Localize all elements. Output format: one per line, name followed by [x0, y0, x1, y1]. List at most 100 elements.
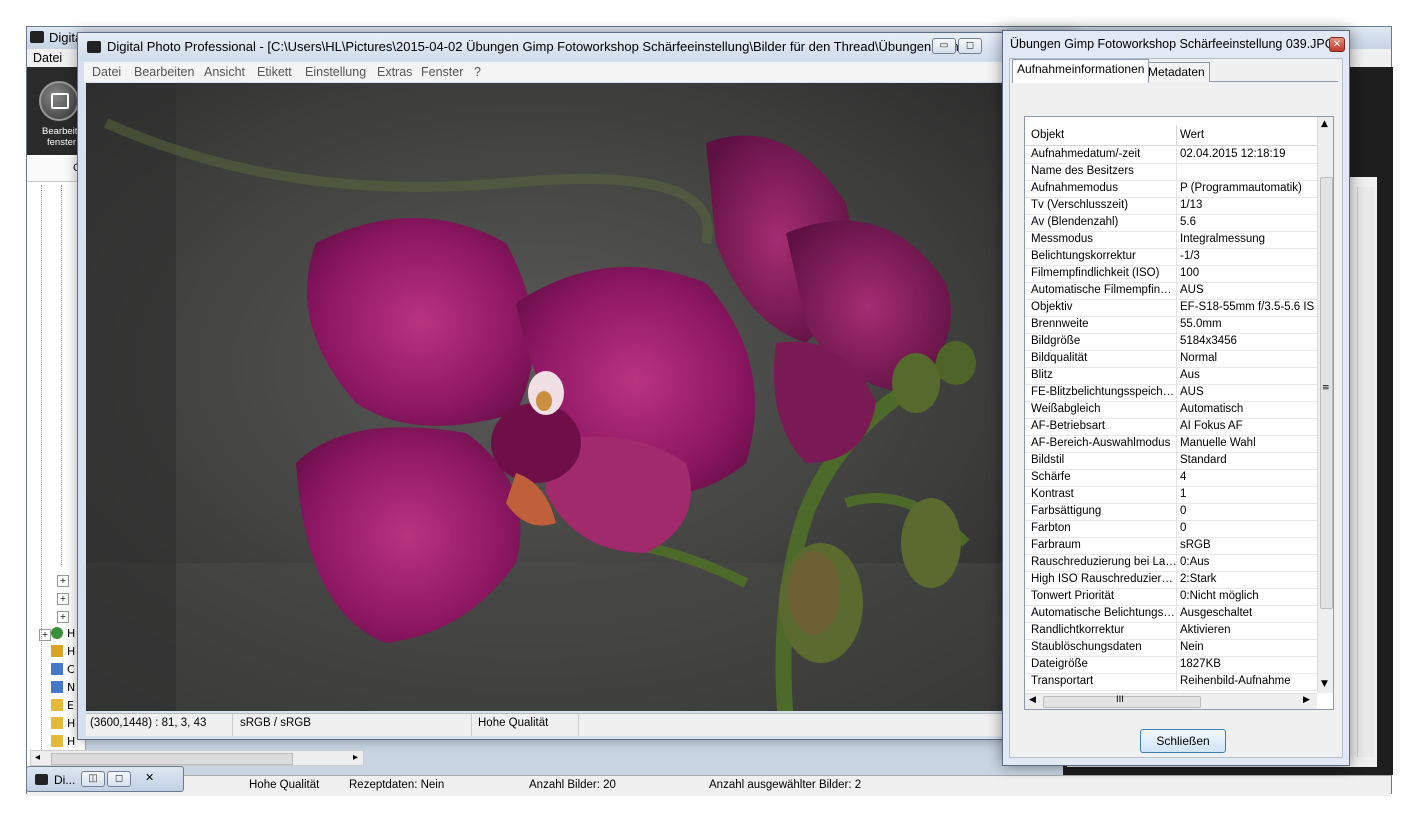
row-key: FE-Blitzbelichtungsspeicher...: [1031, 386, 1177, 398]
menu-datei-back[interactable]: Datei: [33, 51, 62, 65]
tree-expander[interactable]: +: [57, 611, 69, 623]
minimize-button[interactable]: ▭: [932, 38, 956, 54]
scroll-left-arrow[interactable]: ◀: [1029, 695, 1036, 705]
tree-horizontal-scrollbar[interactable]: ◂ ▸: [30, 750, 364, 766]
menu-help[interactable]: ?: [474, 65, 481, 79]
table-horizontal-scrollbar[interactable]: ◀ III ▶: [1025, 693, 1317, 709]
restore-button[interactable]: ◻: [958, 38, 982, 54]
table-row[interactable]: Dateigröße 1827KB: [1025, 657, 1317, 674]
table-row[interactable]: High ISO Rauschreduzierung 2:Stark: [1025, 572, 1317, 589]
row-key: Dateigröße: [1031, 658, 1088, 670]
table-row[interactable]: Kontrast 1: [1025, 487, 1317, 504]
row-value: Reihenbild-Aufnahme: [1180, 675, 1291, 687]
table-row[interactable]: Automatische Belichtungso... Ausgeschalte…: [1025, 606, 1317, 623]
table-row[interactable]: Farbraum sRGB: [1025, 538, 1317, 555]
dialog-close-icon[interactable]: ✕: [1329, 37, 1345, 52]
table-row[interactable]: Name des Besitzers: [1025, 164, 1317, 181]
row-value: AUS: [1180, 386, 1204, 398]
row-value: P (Programmautomatik): [1180, 182, 1302, 194]
table-row[interactable]: Tonwert Priorität 0:Nicht möglich: [1025, 589, 1317, 606]
column-header-value[interactable]: Wert: [1180, 129, 1204, 141]
tab-shooting-info[interactable]: Aufnahmeinformationen: [1012, 59, 1150, 83]
table-row[interactable]: Bildstil Standard: [1025, 453, 1317, 470]
mini-maximize-button[interactable]: ◻: [107, 771, 131, 787]
scroll-down-arrow[interactable]: ▼: [1321, 679, 1328, 689]
mini-close-button[interactable]: ✕: [145, 771, 154, 784]
dialog-titlebar[interactable]: Übungen Gimp Fotoworkshop Schärfeeinstel…: [1003, 31, 1349, 58]
camera-icon: [30, 31, 44, 43]
column-header-object[interactable]: Objekt: [1031, 129, 1064, 141]
table-row[interactable]: Filmempfindlichkeit (ISO) 100: [1025, 266, 1317, 283]
column-divider[interactable]: [1176, 125, 1177, 145]
column-divider: [1176, 181, 1177, 198]
table-row[interactable]: Bildqualität Normal: [1025, 351, 1317, 368]
table-row[interactable]: Bildgröße 5184x3456: [1025, 334, 1317, 351]
row-value: Ausgeschaltet: [1180, 607, 1253, 619]
status-main-quality: Hohe Qualität: [478, 717, 549, 729]
tree-expander[interactable]: +: [57, 593, 69, 605]
status-pixel-info: (3600,1448) : 81, 3, 43: [90, 717, 207, 729]
table-row[interactable]: Blitz Aus: [1025, 368, 1317, 385]
edit-icon: [51, 93, 69, 109]
mini-restore-button[interactable]: ◫: [81, 771, 105, 787]
photo-preview[interactable]: [86, 83, 1070, 711]
row-key: Belichtungskorrektur: [1031, 250, 1136, 262]
menu-etikett[interactable]: Etikett: [257, 65, 292, 79]
table-row[interactable]: Belichtungskorrektur -1/3: [1025, 249, 1317, 266]
dialog-body: Aufnahmeinformationen Metadaten Objekt W…: [1009, 58, 1343, 758]
table-vertical-scrollbar[interactable]: ▲ ≡ ▼: [1317, 117, 1333, 693]
table-row[interactable]: Aufnahmedatum/-zeit 02.04.2015 12:18:19: [1025, 147, 1317, 164]
table-row[interactable]: Farbsättigung 0: [1025, 504, 1317, 521]
menu-datei[interactable]: Datei: [92, 65, 121, 79]
table-row[interactable]: Weißabgleich Automatisch: [1025, 402, 1317, 419]
column-divider: [1176, 232, 1177, 249]
column-divider: [1176, 640, 1177, 657]
table-row[interactable]: Randlichtkorrektur Aktivieren: [1025, 623, 1317, 640]
table-row[interactable]: Tv (Verschlusszeit) 1/13: [1025, 198, 1317, 215]
minimized-window[interactable]: Di... ◫ ◻ ✕: [26, 766, 184, 792]
row-value: 1: [1180, 488, 1187, 500]
column-divider: [1176, 555, 1177, 572]
tab-metadata[interactable]: Metadaten: [1143, 62, 1210, 82]
scroll-left-arrow[interactable]: ◂: [35, 752, 40, 763]
table-row[interactable]: Transportart Reihenbild-Aufnahme: [1025, 674, 1317, 691]
row-value: Automatisch: [1180, 403, 1244, 415]
table-row[interactable]: FE-Blitzbelichtungsspeicher... AUS: [1025, 385, 1317, 402]
table-row[interactable]: Schärfe 4: [1025, 470, 1317, 487]
scroll-thumb[interactable]: [51, 753, 293, 765]
network-drive-icon: [51, 681, 63, 693]
scroll-up-arrow[interactable]: ▲: [1321, 119, 1328, 129]
scroll-right-arrow[interactable]: ▶: [1303, 695, 1310, 705]
table-row[interactable]: Rauschreduzierung bei Lan... 0:Aus: [1025, 555, 1317, 572]
row-value: 0:Aus: [1180, 556, 1210, 568]
table-row[interactable]: AF-Bereich-Auswahlmodus Manuelle Wahl: [1025, 436, 1317, 453]
table-row[interactable]: Farbton 0: [1025, 521, 1317, 538]
scroll-thumb[interactable]: ≡: [1320, 177, 1333, 609]
user-folder-icon: [51, 645, 63, 657]
main-titlebar[interactable]: Digital Photo Professional - [C:\Users\H…: [78, 33, 1076, 61]
table-row[interactable]: Brennweite 55.0mm: [1025, 317, 1317, 334]
tree-expander[interactable]: +: [39, 629, 51, 641]
column-divider: [1176, 385, 1177, 402]
background-statusbar: Hohe Qualität Rezeptdaten: Nein Anzahl B…: [27, 775, 1391, 796]
row-value: Manuelle Wahl: [1180, 437, 1256, 449]
menu-ansicht[interactable]: Ansicht: [204, 65, 245, 79]
table-row[interactable]: Staublöschungsdaten Nein: [1025, 640, 1317, 657]
table-row[interactable]: Messmodus Integralmessung: [1025, 232, 1317, 249]
table-row[interactable]: Av (Blendenzahl) 5.6: [1025, 215, 1317, 232]
table-row[interactable]: Aufnahmemodus P (Programmautomatik): [1025, 181, 1317, 198]
edit-window-button[interactable]: [39, 81, 79, 121]
right-vertical-scrollbar[interactable]: [1357, 187, 1374, 757]
menu-extras[interactable]: Extras: [377, 65, 412, 79]
menu-einstellung[interactable]: Einstellung: [305, 65, 366, 79]
close-button[interactable]: Schließen: [1140, 729, 1226, 753]
scroll-thumb[interactable]: III: [1043, 695, 1201, 708]
table-row[interactable]: AF-Betriebsart AI Fokus AF: [1025, 419, 1317, 436]
menu-bearbeiten[interactable]: Bearbeiten: [134, 65, 194, 79]
table-row[interactable]: Objektiv EF-S18-55mm f/3.5-5.6 IS II: [1025, 300, 1317, 317]
row-key: Tv (Verschlusszeit): [1031, 199, 1129, 211]
tree-expander[interactable]: +: [57, 575, 69, 587]
scroll-right-arrow[interactable]: ▸: [353, 752, 358, 763]
table-row[interactable]: Automatische Filmempfindli... AUS: [1025, 283, 1317, 300]
menu-fenster[interactable]: Fenster: [421, 65, 463, 79]
